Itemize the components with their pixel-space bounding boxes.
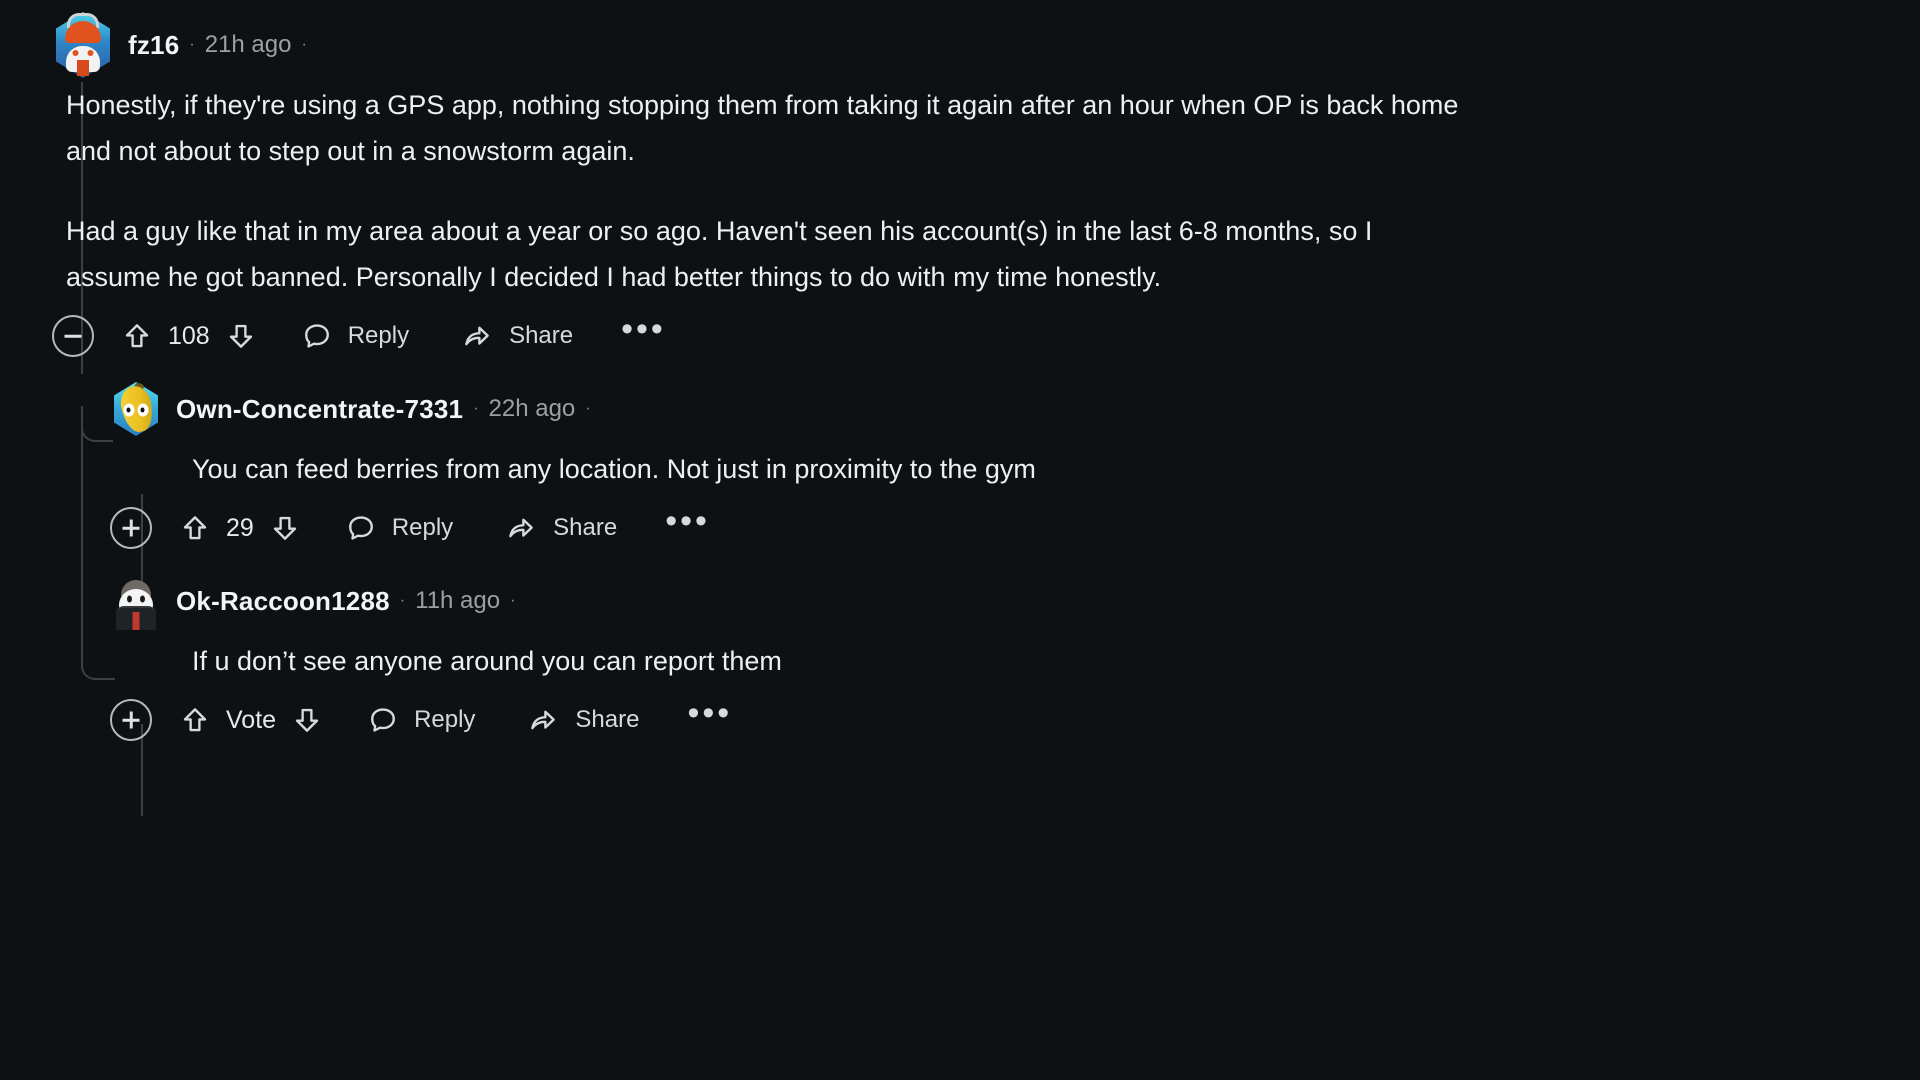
upvote-arrow-icon[interactable] [180,512,210,544]
overflow-menu-icon[interactable]: ••• [621,312,666,350]
vote-group: 108 [122,320,256,352]
comment-header: fz16 · 21h ago · [52,8,1920,82]
vote-score: 29 [226,513,254,542]
comment-reply-1: Own-Concentrate-7331 · 22h ago · You can… [0,372,1920,564]
overflow-menu-icon[interactable]: ••• [665,504,710,542]
downvote-arrow-icon[interactable] [226,320,256,352]
share-button[interactable]: Share [527,705,639,735]
comment-header: Ok-Raccoon1288 · 11h ago · [110,564,1920,638]
share-arrow-icon [461,321,493,351]
share-button[interactable]: Share [461,321,573,351]
comment-bubble-icon [368,705,398,735]
share-label: Share [509,322,574,349]
comment-reply-2: Ok-Raccoon1288 · 11h ago · If u don’t se… [0,564,1920,756]
meta-separator: · [189,36,195,53]
comment-timestamp: 22h ago [488,395,576,422]
person-avatar-icon[interactable] [110,572,162,630]
vote-score: 108 [168,321,210,350]
share-label: Share [575,706,640,733]
comment-bubble-icon [302,321,332,351]
meta-separator: · [399,592,406,609]
reply-label: Reply [391,514,454,541]
reply-button[interactable]: Reply [346,513,453,543]
reply-label: Reply [347,322,410,349]
comment-body: You can feed berries from any location. … [110,446,1532,492]
overflow-menu-icon[interactable]: ••• [687,696,732,734]
comment-paragraph: If u don’t see anyone around you can rep… [192,646,782,676]
comment-action-bar: Vote Reply Share ••• [110,684,1920,756]
meta-separator-end: · [510,592,516,609]
plus-circle-icon[interactable] [110,507,152,549]
meta-separator-end: · [301,36,307,53]
meta-separator-end: · [585,400,591,417]
upvote-arrow-icon[interactable] [180,704,210,736]
upvote-arrow-icon[interactable] [122,320,152,352]
downvote-arrow-icon[interactable] [270,512,300,544]
vote-group: Vote [180,704,322,736]
minus-circle-icon[interactable] [52,315,94,357]
comment-thread-page: fz16 · 21h ago · Honestly, if they're us… [0,0,1920,1080]
comment-author[interactable]: Ok-Raccoon1288 [176,586,390,617]
comment-paragraph: You can feed berries from any location. … [192,454,1036,484]
reply-button[interactable]: Reply [368,705,475,735]
share-button[interactable]: Share [505,513,617,543]
comment-author[interactable]: Own-Concentrate-7331 [176,394,463,425]
snoo-avatar-icon[interactable] [52,10,114,80]
meta-separator: · [473,400,479,417]
comment-bubble-icon [346,513,376,543]
share-arrow-icon [527,705,559,735]
plus-circle-icon[interactable] [110,699,152,741]
comment-root: fz16 · 21h ago · Honestly, if they're us… [0,0,1920,372]
comment-paragraph: Had a guy like that in my area about a y… [66,216,1373,292]
comment-paragraph: Honestly, if they're using a GPS app, no… [66,90,1459,166]
share-label: Share [553,514,618,541]
reply-button[interactable]: Reply [302,321,409,351]
reply-label: Reply [414,706,476,733]
comment-timestamp: 21h ago [204,31,292,58]
comment-timestamp: 11h ago [415,587,501,614]
vote-group: 29 [180,512,300,544]
downvote-arrow-icon[interactable] [292,704,322,736]
comment-author[interactable]: fz16 [128,30,179,61]
comment-header: Own-Concentrate-7331 · 22h ago · [110,372,1920,446]
comment-action-bar: 29 Reply Share ••• [110,492,1920,564]
comment-body: Honestly, if they're using a GPS app, no… [52,82,1466,300]
comment-action-bar: 108 Reply Share ••• [52,300,1920,372]
vote-score[interactable]: Vote [226,706,276,735]
share-arrow-icon [505,513,537,543]
banana-avatar-icon[interactable] [110,380,162,438]
comment-body: If u don’t see anyone around you can rep… [110,638,1532,684]
